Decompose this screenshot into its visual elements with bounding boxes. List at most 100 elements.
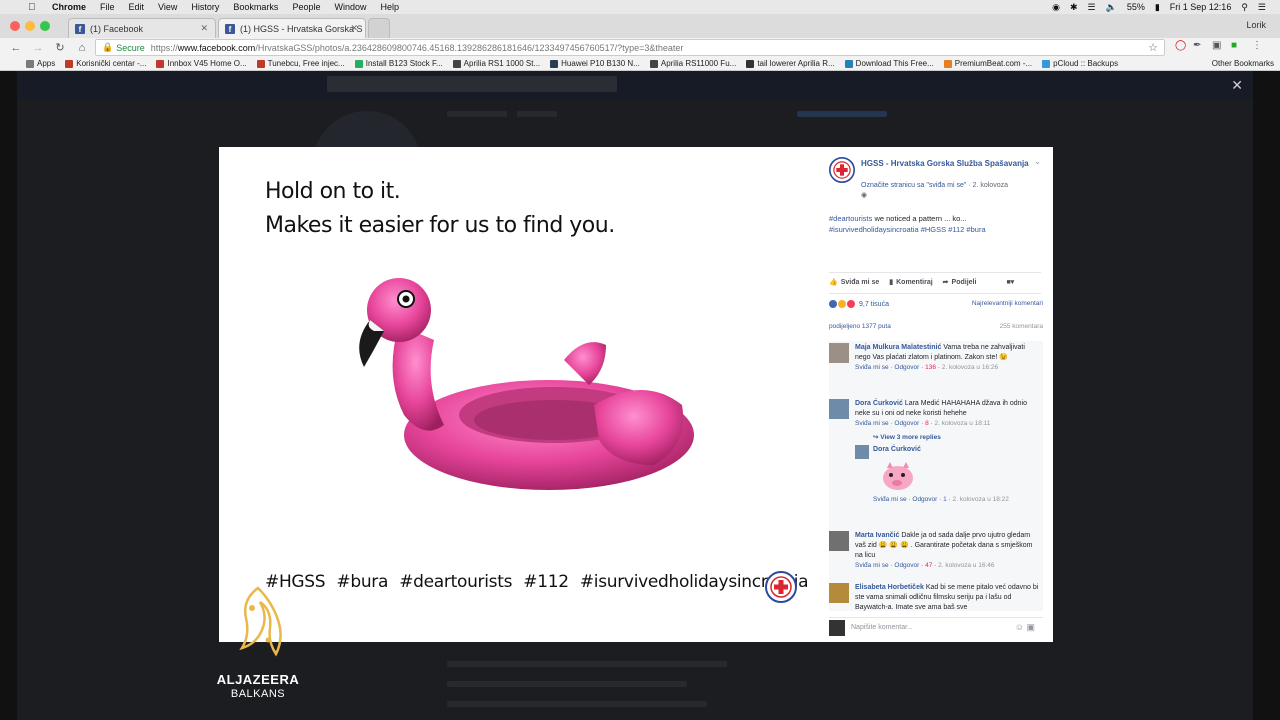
bookmark-item[interactable]: Aprilia RS11000 Fu... xyxy=(649,59,736,68)
apple-icon[interactable]:  xyxy=(28,2,42,13)
pen-extension-icon[interactable]: ✒ xyxy=(1193,40,1201,51)
new-tab-button[interactable] xyxy=(368,18,390,38)
tab-hgss-photo[interactable]: f (1) HGSS - Hrvatska Gorska S ✕ xyxy=(218,18,366,38)
bookmark-item[interactable]: Tunebcu, Free injec... xyxy=(256,59,345,68)
camera-extension-icon[interactable]: ▣ xyxy=(1212,40,1221,51)
clock[interactable]: Fri 1 Sep 12:16 xyxy=(1170,2,1232,12)
photo-image[interactable]: Hold on to it. Makes it easier for us to… xyxy=(219,147,819,642)
comment-like-link[interactable]: Sviđa mi se xyxy=(855,562,889,569)
green-extension-icon[interactable]: ■ xyxy=(1231,40,1237,51)
profile-name[interactable]: Lorik xyxy=(1246,20,1266,30)
other-bookmarks[interactable]: Other Bookmarks xyxy=(1212,59,1274,68)
comments-list[interactable]: Maja Mulkura Malatestinić Vama treba ne … xyxy=(829,341,1043,611)
avatar[interactable] xyxy=(829,583,849,603)
reactions-summary[interactable]: 9,7 tisuća xyxy=(829,300,889,308)
bookmark-item[interactable]: Huawei P10 B130 N... xyxy=(550,59,640,68)
avatar[interactable] xyxy=(829,399,849,419)
bookmark-item[interactable]: Apps xyxy=(26,59,55,68)
home-icon[interactable]: ⌂ xyxy=(76,42,88,54)
post-date[interactable]: 2. kolovoza xyxy=(973,182,1008,189)
volume-icon[interactable]: 🔈 xyxy=(1106,2,1117,13)
avatar[interactable] xyxy=(855,445,869,459)
menu-app-name[interactable]: Chrome xyxy=(52,2,86,12)
bookmark-item[interactable]: pCloud :: Backups xyxy=(1042,59,1118,68)
write-comment-box[interactable]: Napišite komentar... ☺ ▣ xyxy=(829,617,1043,637)
comment-reply-link[interactable]: Odgovor xyxy=(894,364,919,371)
comment-author[interactable]: Maja Mulkura Malatestinić xyxy=(855,344,941,351)
comment-time[interactable]: 2. kolovoza u 16:46 xyxy=(938,562,994,569)
hashtags-line[interactable]: #isurvivedholidaysincroatia #HGSS #112 #… xyxy=(829,225,986,234)
back-arrow-icon[interactable]: ← xyxy=(10,42,22,54)
comment-author[interactable]: Marta Ivančić xyxy=(855,532,899,539)
emoji-camera-icons[interactable]: ☺ ▣ xyxy=(1015,622,1035,633)
comment-author[interactable]: Dora Ćurković xyxy=(855,400,903,407)
comment-time[interactable]: 2. kolovoza u 16:26 xyxy=(942,364,998,371)
menu-history[interactable]: History xyxy=(191,2,219,12)
comment-button[interactable]: ▮ Komentiraj xyxy=(889,278,932,287)
view-more-replies-link[interactable]: ↪ View 3 more replies xyxy=(873,433,941,441)
comment-reply-link[interactable]: Odgovor xyxy=(894,420,919,427)
spotlight-icon[interactable]: ⚲ xyxy=(1241,2,1248,13)
record-icon[interactable]: ◉ xyxy=(1052,2,1060,13)
comment-like-link[interactable]: Sviđa mi se xyxy=(855,364,889,371)
bookmark-item[interactable]: Innbox V45 Home O... xyxy=(156,59,247,68)
bookmark-item[interactable]: Download This Free... xyxy=(844,59,934,68)
menu-bookmarks[interactable]: Bookmarks xyxy=(233,2,278,12)
close-lightbox-icon[interactable]: ✕ xyxy=(1231,77,1243,94)
menu-people[interactable]: People xyxy=(292,2,320,12)
audience-selector[interactable]: ■▾ xyxy=(1006,278,1014,286)
comment-sort-dropdown[interactable]: Najrelevantniji komentari xyxy=(972,300,1043,307)
shares-count-link[interactable]: podijeljeno 1377 puta xyxy=(829,323,891,330)
notification-center-icon[interactable]: ☰ xyxy=(1258,2,1266,13)
battery-percent[interactable]: 55% xyxy=(1127,2,1145,12)
reply-reaction-count[interactable]: 1 xyxy=(943,496,947,503)
comment-reaction-count[interactable]: 8 xyxy=(925,420,929,427)
comment-like-link[interactable]: Sviđa mi se xyxy=(855,420,889,427)
bluetooth-icon[interactable]: ✱ xyxy=(1070,2,1078,13)
zoom-window-icon[interactable] xyxy=(40,21,50,31)
like-button[interactable]: 👍 Sviđa mi se xyxy=(829,278,879,287)
post-options-chevron-icon[interactable]: ⌄ xyxy=(1034,157,1041,166)
reply-time[interactable]: 2. kolovoza u 18:22 xyxy=(953,496,1009,503)
minimize-window-icon[interactable] xyxy=(25,21,35,31)
window-controls xyxy=(10,21,50,31)
comment-author[interactable]: Elisabeta Horbetiček xyxy=(855,584,924,591)
menu-window[interactable]: Window xyxy=(334,2,366,12)
hashtag-link[interactable]: #deartourists xyxy=(829,214,872,223)
menu-help[interactable]: Help xyxy=(380,2,399,12)
wifi-icon[interactable]: ☰ xyxy=(1088,2,1096,13)
opera-extension-icon[interactable]: ◯ xyxy=(1175,40,1186,51)
comment-time[interactable]: 2. kolovoza u 18:11 xyxy=(935,420,991,427)
reply-author[interactable]: Dora Ćurković xyxy=(873,446,921,453)
comment-reaction-count[interactable]: 47 xyxy=(925,562,932,569)
battery-icon[interactable]: ▮ xyxy=(1155,2,1160,13)
close-window-icon[interactable] xyxy=(10,21,20,31)
reply-like-link[interactable]: Sviđa mi se xyxy=(873,496,907,503)
avatar[interactable] xyxy=(829,343,849,363)
avatar[interactable] xyxy=(829,531,849,551)
close-tab-icon[interactable]: ✕ xyxy=(200,23,208,34)
comment-reply-link[interactable]: Odgovor xyxy=(894,562,919,569)
chrome-menu-icon[interactable]: ⋮ xyxy=(1252,40,1262,51)
bookmark-item[interactable]: Aprilia RS1 1000 St... xyxy=(452,59,540,68)
close-tab-icon[interactable]: ✕ xyxy=(350,23,358,34)
page-avatar-hgss-icon[interactable] xyxy=(829,157,855,183)
menu-view[interactable]: View xyxy=(158,2,177,12)
bookmark-item[interactable]: PremiumBeat.com -... xyxy=(943,59,1032,68)
comment-reaction-count[interactable]: 136 xyxy=(925,364,936,371)
share-button[interactable]: ➦ Podijeli xyxy=(943,278,977,287)
reply-reply-link[interactable]: Odgovor xyxy=(912,496,937,503)
like-page-link[interactable]: Označite stranicu sa "sviđa mi se" xyxy=(861,182,966,189)
bookmark-item[interactable]: Install B123 Stock F... xyxy=(354,59,443,68)
page-name-link[interactable]: HGSS - Hrvatska Gorska Služba Spašavanja xyxy=(861,158,1031,169)
bookmark-item[interactable]: Korisnički centar -... xyxy=(65,59,146,68)
menu-file[interactable]: File xyxy=(100,2,115,12)
bookmark-star-icon[interactable]: ☆ xyxy=(1148,41,1158,54)
bookmark-item[interactable]: tail lowerer Aprilia R... xyxy=(746,59,835,68)
lock-icon[interactable]: 🔒 xyxy=(102,42,113,53)
menu-edit[interactable]: Edit xyxy=(129,2,145,12)
tab-facebook[interactable]: f (1) Facebook ✕ xyxy=(68,18,216,38)
forward-arrow-icon[interactable]: → xyxy=(32,42,44,54)
address-bar[interactable]: 🔒 Secure https:// www.facebook.com /Hrva… xyxy=(95,39,1165,56)
reload-icon[interactable]: ↻ xyxy=(54,41,66,54)
